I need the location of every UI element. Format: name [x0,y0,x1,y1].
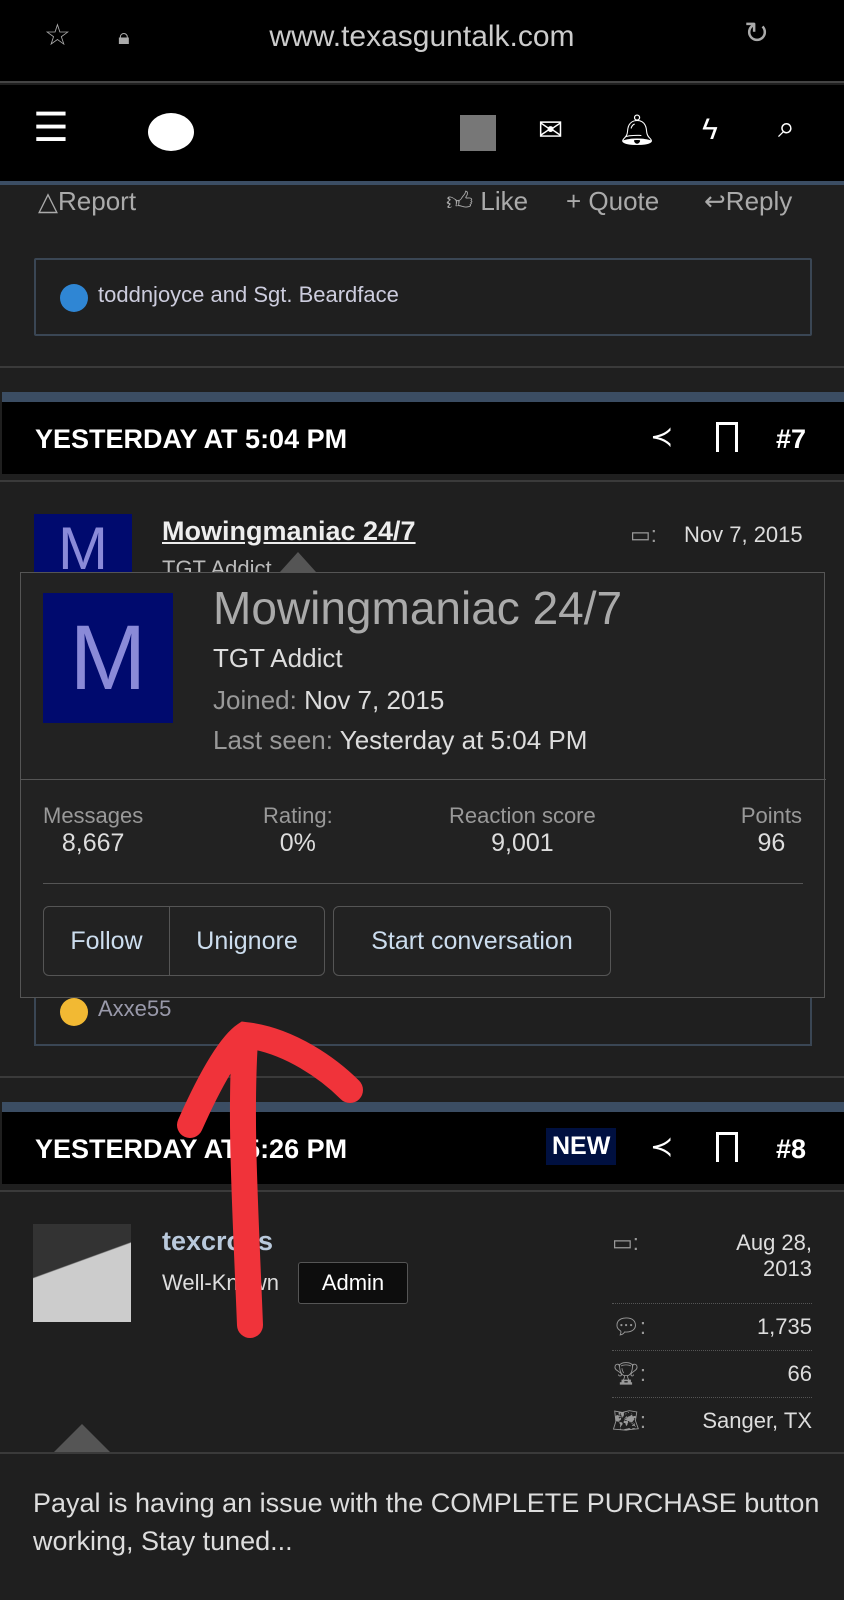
annotation-arrow [177,1021,363,1338]
